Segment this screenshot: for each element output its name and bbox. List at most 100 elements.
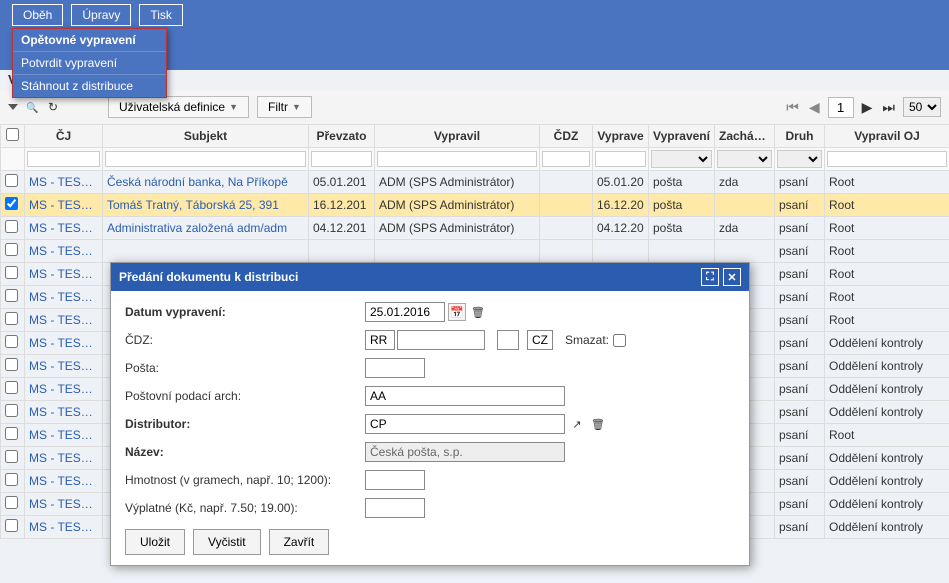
input-date[interactable] <box>365 302 445 322</box>
save-button[interactable]: Uložit <box>125 529 185 555</box>
clear-date-icon[interactable]: 🗑 <box>469 303 487 321</box>
table-row[interactable]: MS - TEST000Česká národní banka, Na Přík… <box>1 171 949 194</box>
row-checkbox[interactable] <box>5 335 18 348</box>
table-row[interactable]: MS - TEST003Administrativa založená adm/… <box>1 217 949 240</box>
dropdown-download[interactable]: Stáhnout z distribuce <box>13 74 166 97</box>
row-checkbox[interactable] <box>5 496 18 509</box>
filter-druh[interactable] <box>777 150 822 168</box>
lookup-icon[interactable]: ↗ <box>568 415 586 433</box>
filter-vypd[interactable] <box>595 151 646 167</box>
menu-tisk[interactable]: Tisk <box>139 4 183 26</box>
cell-cj[interactable]: MS - TEST003 <box>25 493 103 516</box>
row-checkbox[interactable] <box>5 450 18 463</box>
filter-zach[interactable] <box>717 150 772 168</box>
cell-subj[interactable]: Česká národní banka, Na Příkopě <box>103 171 309 194</box>
cell-cj[interactable]: MS - TEST003 <box>25 217 103 240</box>
select-all[interactable] <box>6 128 19 141</box>
input-cdz-extra[interactable] <box>497 330 519 350</box>
input-posta[interactable] <box>365 358 425 378</box>
input-cdz-prefix[interactable] <box>365 330 395 350</box>
cell-cj[interactable]: MS - TEST003 <box>25 401 103 424</box>
table-row[interactable]: MS - TEST003psaníRoot <box>1 240 949 263</box>
row-checkbox[interactable] <box>5 220 18 233</box>
filter-voj[interactable] <box>827 151 947 167</box>
cell-subj[interactable]: Administrativa založená adm/adm <box>103 217 309 240</box>
cell-cj[interactable]: MS - TEST003 <box>25 355 103 378</box>
cell-cj[interactable]: MS - TEST003 <box>25 286 103 309</box>
filter-cdz[interactable] <box>542 151 590 167</box>
col-prev[interactable]: Převzato <box>309 125 375 148</box>
input-dist[interactable] <box>365 414 565 434</box>
row-checkbox[interactable] <box>5 312 18 325</box>
input-cdz-country[interactable] <box>527 330 553 350</box>
row-checkbox[interactable] <box>5 404 18 417</box>
dropdown-confirm[interactable]: Potvrdit vypravení <box>13 51 166 74</box>
col-subj[interactable]: Subjekt <box>103 125 309 148</box>
row-checkbox[interactable] <box>5 473 18 486</box>
filter-button[interactable]: Filtr▼ <box>257 96 312 118</box>
modal-maximize[interactable]: ⛶ <box>701 268 719 286</box>
filter-vypr[interactable] <box>377 151 537 167</box>
cell-cj[interactable]: MS - TEST003 <box>25 194 103 217</box>
dropdown-again[interactable]: Opětovné vypravení <box>13 29 166 51</box>
row-checkbox[interactable] <box>5 381 18 394</box>
input-cdz-num[interactable] <box>397 330 485 350</box>
col-voj[interactable]: Vypravil OJ <box>825 125 949 148</box>
cell-cj[interactable]: MS - TEST002 <box>25 447 103 470</box>
input-postage[interactable] <box>365 498 425 518</box>
pager-last[interactable]: ⏭ <box>880 99 897 116</box>
close-button[interactable]: Zavřít <box>269 529 330 555</box>
cell-cj[interactable]: MS - TEST003 <box>25 309 103 332</box>
row-checkbox[interactable] <box>5 266 18 279</box>
cell-zach: zda <box>715 171 775 194</box>
menu-upravy[interactable]: Úpravy <box>71 4 131 26</box>
search-icon[interactable] <box>26 100 40 114</box>
expand-icon[interactable] <box>8 104 18 110</box>
filter-cj[interactable] <box>27 151 100 167</box>
table-row[interactable]: MS - TEST003Tomáš Tratný, Táborská 25, 3… <box>1 194 949 217</box>
cell-cj[interactable]: MS - TEST003 <box>25 378 103 401</box>
calendar-icon[interactable]: 📅 <box>448 303 466 321</box>
refresh-icon[interactable] <box>48 100 62 114</box>
col-druh[interactable]: Druh <box>775 125 825 148</box>
row-checkbox[interactable] <box>5 197 18 210</box>
pager-prev[interactable]: ◀ <box>807 99 822 116</box>
row-checkbox[interactable] <box>5 174 18 187</box>
cell-cj[interactable]: MS - TEST003 <box>25 332 103 355</box>
cell-cj[interactable]: MS - TEST003 <box>25 240 103 263</box>
pager-next[interactable]: ▶ <box>860 99 875 116</box>
col-zach[interactable]: Zacházen <box>715 125 775 148</box>
filter-vypm[interactable] <box>651 150 712 168</box>
clear-dist-icon[interactable]: 🗑 <box>589 415 607 433</box>
pager-first[interactable]: ⏮ <box>784 99 801 116</box>
cell-cj[interactable]: MS - TEST002 <box>25 516 103 539</box>
row-checkbox[interactable] <box>5 427 18 440</box>
modal-titlebar[interactable]: Předání dokumentu k distribuci ⛶ ✕ <box>111 263 749 291</box>
cell-cj[interactable]: MS - TEST000 <box>25 171 103 194</box>
modal-close-x[interactable]: ✕ <box>723 268 741 286</box>
cell-cj[interactable]: MS - TEST003 <box>25 263 103 286</box>
cell-subj[interactable] <box>103 240 309 263</box>
row-checkbox[interactable] <box>5 519 18 532</box>
row-checkbox[interactable] <box>5 243 18 256</box>
menu-obeh[interactable]: Oběh <box>12 4 63 26</box>
row-checkbox[interactable] <box>5 289 18 302</box>
pager-page[interactable] <box>828 97 854 118</box>
checkbox-smazat[interactable] <box>613 334 626 347</box>
filter-subj[interactable] <box>105 151 306 167</box>
row-checkbox[interactable] <box>5 358 18 371</box>
col-cdz[interactable]: ČDZ <box>540 125 593 148</box>
col-cj[interactable]: ČJ <box>25 125 103 148</box>
userdef-button[interactable]: Uživatelská definice▼ <box>108 96 249 118</box>
clear-button[interactable]: Vyčistit <box>193 529 261 555</box>
cell-cj[interactable]: MS - TEST003 <box>25 424 103 447</box>
filter-prev[interactable] <box>311 151 372 167</box>
cell-cj[interactable]: MS - TEST003 <box>25 470 103 493</box>
input-arch[interactable] <box>365 386 565 406</box>
pager-size[interactable]: 50 <box>903 97 941 117</box>
input-weight[interactable] <box>365 470 425 490</box>
cell-subj[interactable]: Tomáš Tratný, Táborská 25, 391 <box>103 194 309 217</box>
col-vypm[interactable]: Vypravení <box>649 125 715 148</box>
col-vypd[interactable]: Vyprave <box>593 125 649 148</box>
col-vypr[interactable]: Vypravil <box>375 125 540 148</box>
